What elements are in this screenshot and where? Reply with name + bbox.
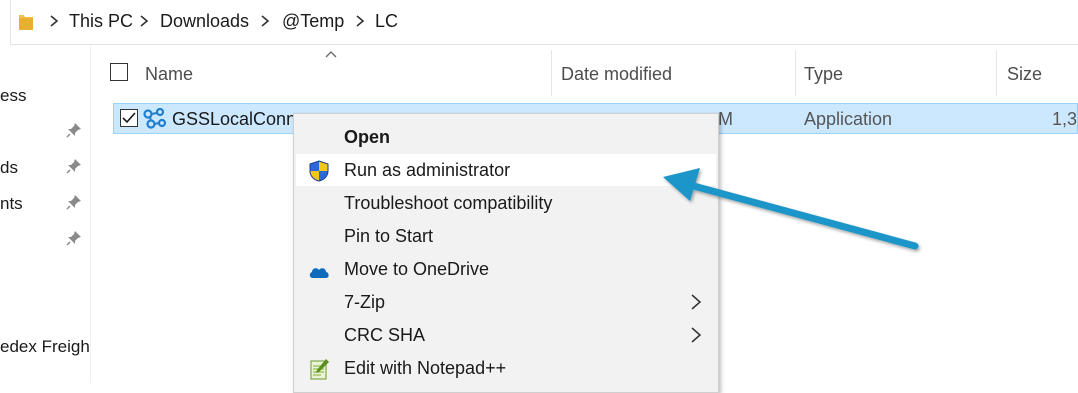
check-icon (122, 112, 136, 124)
chevron-right-icon[interactable] (47, 14, 61, 28)
menu-item-move-to-onedrive[interactable]: Move to OneDrive (296, 253, 716, 285)
column-divider[interactable] (551, 50, 552, 96)
column-header-name[interactable]: Name (145, 64, 193, 85)
onedrive-cloud-icon (309, 268, 329, 278)
breadcrumb-lc[interactable]: LC (375, 11, 398, 32)
file-size: 1,3 (1052, 109, 1078, 129)
menu-item-edit-with-notepadpp[interactable]: Edit with Notepad++ (296, 352, 716, 384)
navigation-pane: ess ds nts edex Freigh (0, 45, 91, 383)
breadcrumb-this-pc[interactable]: This PC (69, 11, 133, 32)
menu-item-label: 7-Zip (344, 292, 386, 312)
file-date-modified: M (718, 109, 733, 129)
breadcrumb-temp[interactable]: @Temp (282, 11, 344, 32)
file-type: Application (804, 109, 893, 129)
chevron-right-icon (691, 327, 702, 343)
nav-item-quick-access[interactable]: ess (0, 86, 26, 106)
menu-item-label: Troubleshoot compatibility (344, 193, 553, 213)
pin-icon[interactable] (66, 194, 82, 210)
nav-item-folder[interactable]: edex Freigh (0, 337, 90, 357)
application-icon (143, 108, 167, 129)
file-name: GSSLocalConne (172, 109, 307, 129)
menu-item-run-as-administrator[interactable]: Run as administrator (296, 154, 716, 186)
menu-item-open[interactable]: Open (296, 121, 716, 153)
menu-item-label: Open (344, 127, 391, 147)
menu-item-label: Move to OneDrive (344, 259, 490, 279)
column-header-row: Name Date modified Type Size (98, 50, 1078, 96)
breadcrumb-downloads[interactable]: Downloads (160, 11, 249, 32)
menu-item-7zip[interactable]: 7-Zip (296, 286, 716, 318)
nav-item-documents[interactable]: nts (0, 194, 23, 214)
nav-item-downloads[interactable]: ds (0, 158, 18, 178)
uac-shield-icon (309, 160, 329, 182)
column-header-type[interactable]: Type (804, 64, 843, 85)
pin-icon[interactable] (66, 158, 82, 174)
chevron-right-icon[interactable] (353, 14, 367, 28)
select-all-checkbox[interactable] (110, 63, 128, 81)
column-header-size[interactable]: Size (1007, 64, 1042, 85)
pin-icon[interactable] (66, 122, 82, 138)
menu-item-label: Edit with Notepad++ (344, 358, 507, 378)
chevron-right-icon[interactable] (137, 14, 151, 28)
address-bar[interactable]: This PC Downloads @Temp LC (10, 0, 1078, 45)
row-checkbox-checked[interactable] (120, 109, 138, 127)
column-divider[interactable] (795, 50, 796, 96)
menu-item-crc-sha[interactable]: CRC SHA (296, 319, 716, 351)
menu-item-label: Run as administrator (344, 160, 511, 180)
chevron-right-icon[interactable] (258, 14, 272, 28)
menu-item-pin-to-start[interactable]: Pin to Start (296, 220, 716, 252)
folder-icon (19, 15, 33, 30)
menu-item-troubleshoot-compatibility[interactable]: Troubleshoot compatibility (296, 187, 716, 219)
menu-item-label: Pin to Start (344, 226, 434, 246)
column-divider[interactable] (996, 50, 997, 96)
chevron-right-icon (691, 294, 702, 310)
pin-icon[interactable] (66, 230, 82, 246)
column-header-date-modified[interactable]: Date modified (561, 64, 672, 85)
menu-item-label: CRC SHA (344, 325, 426, 345)
notepadpp-icon (310, 359, 329, 380)
context-menu: Open Run as administrator Troubleshoot c… (293, 113, 719, 393)
